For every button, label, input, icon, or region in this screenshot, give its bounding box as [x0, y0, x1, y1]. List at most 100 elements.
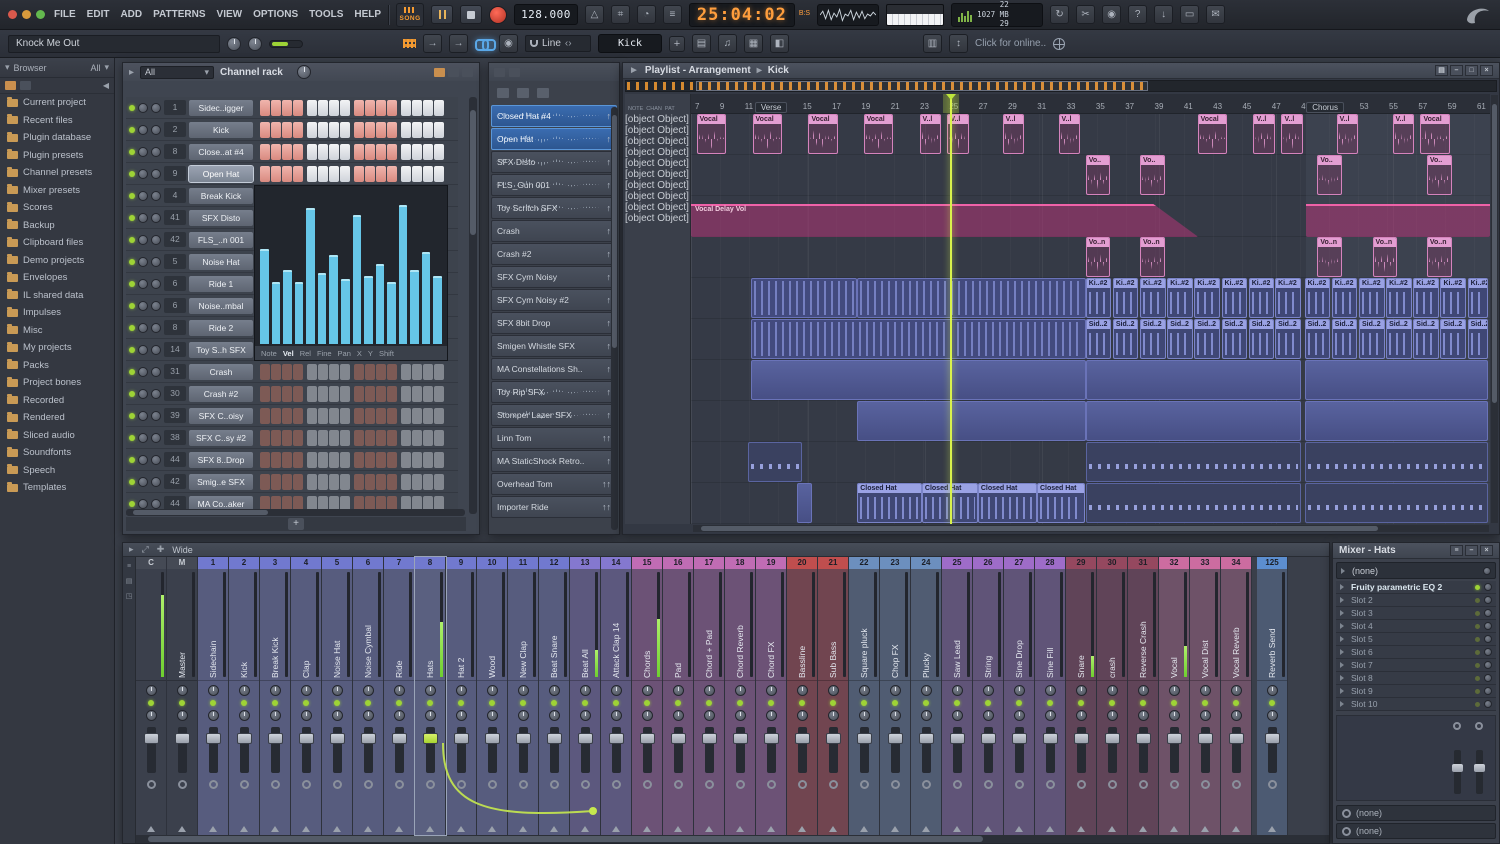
channel-pan-knob[interactable] — [138, 477, 148, 487]
strip-mute-led[interactable] — [985, 700, 991, 706]
mixer-strip[interactable]: 27 Sine Drop — [1004, 557, 1035, 835]
channel-button[interactable]: Crash — [189, 364, 253, 380]
step-cell[interactable] — [329, 364, 339, 380]
strip-stereo-knob[interactable] — [580, 710, 591, 721]
channel-volume-knob[interactable] — [151, 477, 161, 487]
strip-mute-led[interactable] — [644, 700, 650, 706]
strip-number[interactable]: 29 — [1066, 557, 1096, 569]
channel-mute-led[interactable] — [129, 435, 135, 441]
step-cell[interactable] — [365, 452, 375, 468]
playlist-clip[interactable] — [1305, 401, 1489, 441]
strip-volume-fader[interactable] — [736, 727, 745, 773]
fx-slot[interactable]: Slot 5 — [1336, 633, 1496, 646]
fader-handle[interactable] — [175, 733, 190, 744]
playlist-horizontal-scrollbar[interactable] — [693, 525, 1489, 532]
playlist-clip[interactable]: Ki..#2 — [1194, 278, 1220, 318]
strip-number[interactable]: 24 — [911, 557, 941, 569]
playlist-clip[interactable] — [1305, 483, 1489, 523]
fader-handle[interactable] — [826, 733, 841, 744]
channel-volume-knob[interactable] — [151, 301, 161, 311]
strip-name-area[interactable]: Saw Lead — [942, 569, 972, 681]
strip-pan-knob[interactable] — [1014, 685, 1025, 696]
strip-name-area[interactable]: Pad — [663, 569, 693, 681]
step-cell[interactable] — [423, 452, 433, 468]
fx-slot-mix-knob[interactable] — [1484, 583, 1492, 591]
strip-volume-fader[interactable] — [1268, 727, 1277, 773]
browser-folder-item[interactable]: My projects — [0, 339, 114, 357]
fx-slot-enable-led[interactable] — [1475, 585, 1480, 590]
graph-target-label[interactable]: Pan — [338, 349, 351, 358]
channel-volume-knob[interactable] — [151, 213, 161, 223]
mixer-strip[interactable]: 13 Beat All — [570, 557, 601, 835]
strip-pan-knob[interactable] — [1076, 685, 1087, 696]
strip-route-arrow-icon[interactable] — [271, 822, 279, 832]
strip-stereo-knob[interactable] — [642, 710, 653, 721]
step-cell[interactable] — [307, 166, 317, 182]
send-slider-handle-2[interactable] — [1474, 764, 1485, 772]
send-enable-icon[interactable] — [1453, 722, 1461, 730]
fader-handle[interactable] — [516, 733, 531, 744]
strip-mute-led[interactable] — [582, 700, 588, 706]
strip-mute-led[interactable] — [520, 700, 526, 706]
strip-stereo-knob[interactable] — [301, 710, 312, 721]
song-marker[interactable]: Chorus — [1306, 102, 1344, 113]
channel-button[interactable]: Kick — [189, 122, 253, 138]
playlist-ruler[interactable]: 7911131517192123252729313335373941434547… — [691, 94, 1490, 114]
playlist-clip[interactable] — [1086, 442, 1301, 482]
strip-pan-knob[interactable] — [394, 685, 405, 696]
strip-number[interactable]: 3 — [260, 557, 290, 569]
fx-slot-enable-led[interactable] — [1475, 624, 1480, 629]
mixer-strip[interactable]: 33 Vocal Dist — [1190, 557, 1221, 835]
fx-slot-mix-knob[interactable] — [1484, 635, 1492, 643]
step-cell[interactable] — [401, 122, 411, 138]
menu-item[interactable]: FILE — [54, 9, 76, 20]
step-cell[interactable] — [412, 452, 422, 468]
step-cell[interactable] — [307, 386, 317, 402]
sample-panel-options-icon[interactable] — [509, 68, 520, 77]
strip-stereo-knob[interactable] — [1267, 710, 1278, 721]
sync-icon[interactable]: ↻ — [1050, 5, 1069, 24]
strip-pan-knob[interactable] — [208, 685, 219, 696]
playlist-clip[interactable]: Ki..#2 — [1167, 278, 1193, 318]
strip-volume-fader[interactable] — [891, 727, 900, 773]
strip-route-arrow-icon[interactable] — [767, 822, 775, 832]
channel-volume-knob[interactable] — [151, 367, 161, 377]
strip-volume-fader[interactable] — [426, 727, 435, 773]
strip-volume-fader[interactable] — [209, 727, 218, 773]
fader-handle[interactable] — [1229, 733, 1244, 744]
strip-mute-led[interactable] — [365, 700, 371, 706]
mixer-strip[interactable]: 11 New Clap — [508, 557, 539, 835]
playlist-clip[interactable]: Vo.. — [1317, 155, 1342, 195]
send-level-slider-2[interactable] — [1476, 750, 1483, 794]
swing-knob[interactable] — [297, 65, 311, 79]
step-cell[interactable] — [434, 430, 444, 446]
playlist-clip[interactable]: Sid..2 — [1386, 319, 1412, 359]
step-cell[interactable] — [387, 474, 397, 490]
fader-handle[interactable] — [1136, 733, 1151, 744]
step-cell[interactable] — [365, 474, 375, 490]
strip-stereo-knob[interactable] — [611, 710, 622, 721]
strip-number[interactable]: 2 — [229, 557, 259, 569]
feedback-icon[interactable]: ✉ — [1206, 5, 1225, 24]
playlist-clip[interactable]: Sid..2 — [1440, 319, 1466, 359]
menu-item[interactable]: OPTIONS — [253, 9, 298, 20]
fader-handle[interactable] — [795, 733, 810, 744]
mixer-side-icon-b[interactable]: ▤ — [126, 577, 133, 585]
step-cell[interactable] — [318, 122, 328, 138]
fx-slot-enable-led[interactable] — [1475, 611, 1480, 616]
fader-handle[interactable] — [361, 733, 376, 744]
playlist-clip[interactable]: V..l — [1059, 114, 1081, 154]
strip-name-area[interactable]: Bassline — [787, 569, 817, 681]
sample-up-arrow-icon[interactable]: ↑ — [607, 456, 612, 466]
strip-pan-knob[interactable] — [983, 685, 994, 696]
step-cell[interactable] — [293, 386, 303, 402]
fx-slot-mix-knob[interactable] — [1484, 674, 1492, 682]
strip-number[interactable]: 6 — [353, 557, 383, 569]
step-cell[interactable] — [401, 364, 411, 380]
channel-rack-icon[interactable]: ▦ — [744, 34, 763, 53]
playlist-clip[interactable] — [1086, 401, 1301, 441]
strip-route-arrow-icon[interactable] — [922, 822, 930, 832]
strip-mute-led[interactable] — [892, 700, 898, 706]
sample-item[interactable]: MA StaticShock Retro.. ↑ — [491, 450, 617, 472]
playlist-clip[interactable] — [751, 319, 1086, 359]
